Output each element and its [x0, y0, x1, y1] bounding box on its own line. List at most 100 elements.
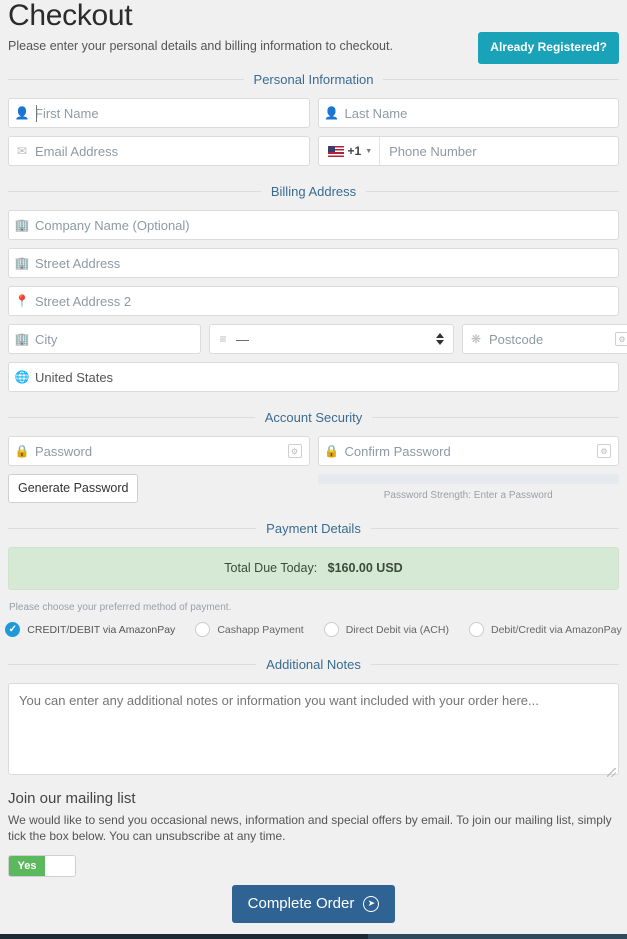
radio-unchecked-icon [468, 622, 484, 637]
generate-password-button[interactable]: Generate Password [8, 474, 139, 503]
password-strength-meter: Password Strength: Enter a Password [317, 474, 619, 501]
phone-prefix: +1 [347, 144, 362, 158]
submit-row: Complete Order ➤ [8, 885, 619, 923]
confirm-password-field[interactable]: 🔒 Confirm Password ⚙ [317, 436, 619, 466]
section-label: Payment Details [266, 521, 361, 536]
divider-right [372, 417, 620, 418]
mailing-list-toggle-label: Yes [9, 856, 45, 876]
divider-left [8, 664, 257, 665]
signpost-icon: ≡ [219, 332, 227, 346]
complete-order-label: Complete Order [247, 895, 355, 912]
payment-method-label: Debit/Credit via AmazonPay [490, 623, 622, 636]
password-strength-text: Password Strength: Enter a Password [383, 490, 553, 501]
country-code-selector[interactable]: +1 ▼ [318, 137, 381, 165]
user-icon: 👤 [14, 106, 30, 120]
divider-left [8, 528, 257, 529]
divider-left [8, 417, 255, 418]
password-strength-bar [317, 474, 619, 484]
lock-icon: 🔒 [324, 444, 339, 458]
already-registered-button[interactable]: Already Registered? [478, 32, 619, 64]
divider-left [8, 191, 261, 192]
country-field[interactable]: 🌐 United States [8, 362, 619, 392]
payment-method-note: Please choose your preferred method of p… [9, 602, 232, 613]
payment-method-option-1[interactable]: Cashapp Payment [185, 622, 313, 637]
total-due-banner: Total Due Today: $160.00 USD [8, 547, 619, 590]
payment-method-option-3[interactable]: Debit/Credit via AmazonPay [459, 622, 627, 637]
name-row: 👤 First Name 👤 Last Name [8, 98, 619, 128]
password-manager-icon[interactable]: ⚙ [287, 444, 302, 458]
postcode-placeholder: Postcode [489, 331, 544, 347]
mailing-list-title: Join our mailing list [8, 790, 136, 807]
additional-notes-textarea[interactable] [8, 683, 619, 775]
user-icon: 👤 [324, 106, 339, 120]
divider-right [366, 191, 619, 192]
company-name-field[interactable]: 🏢 Company Name (Optional) [8, 210, 619, 240]
state-selected-value: — [236, 331, 249, 347]
street-row: 🏢 Street Address [8, 248, 619, 278]
divider-left [8, 79, 244, 80]
phone-field[interactable]: +1 ▼ Phone Number [317, 136, 619, 166]
checkout-page: Checkout Please enter your personal deta… [0, 0, 627, 939]
section-billing-address: Billing Address [8, 184, 619, 199]
first-name-field[interactable]: 👤 First Name [8, 98, 310, 128]
confirm-password-placeholder: Confirm Password [344, 443, 451, 459]
last-name-field[interactable]: 👤 Last Name [317, 98, 619, 128]
section-additional-notes: Additional Notes [8, 657, 620, 672]
street-address-2-field[interactable]: 📍 Street Address 2 [8, 286, 619, 316]
footer-strip [0, 934, 627, 939]
mailing-list-description: We would like to send you occasional new… [8, 813, 612, 843]
password-row: 🔒 Password ⚙ 🔒 Confirm Password ⚙ [8, 436, 619, 466]
chevron-down-icon: ▼ [365, 147, 373, 155]
building-icon: 🏢 [14, 256, 30, 270]
payment-method-label: Cashapp Payment [217, 623, 304, 636]
company-name-placeholder: Company Name (Optional) [35, 217, 190, 233]
password-manager-icon[interactable]: ⚙ [615, 332, 627, 346]
postcode-field[interactable]: ❋ Postcode ⚙ [462, 324, 627, 354]
company-row: 🏢 Company Name (Optional) [8, 210, 619, 240]
page-title: Checkout [8, 0, 133, 32]
arrow-right-circle-icon: ➤ [363, 895, 380, 912]
password-tools-row: Generate Password Password Strength: Ent… [8, 474, 619, 503]
city-state-postcode-row: 🏢 City ≡ — ❋ Postcode ⚙ [8, 324, 627, 354]
street-address-placeholder: Street Address [35, 255, 121, 271]
payment-method-option-2[interactable]: Direct Debit via (ACH) [314, 622, 459, 637]
radio-unchecked-icon [323, 622, 339, 637]
country-value: United States [35, 369, 114, 385]
radio-unchecked-icon [195, 622, 211, 637]
last-name-placeholder: Last Name [344, 105, 408, 121]
lock-icon: 🔒 [14, 444, 30, 458]
contact-row: ✉ Email Address +1 ▼ Phone Number [8, 136, 619, 166]
city-field[interactable]: 🏢 City [8, 324, 201, 354]
building-icon: 🏢 [14, 332, 30, 346]
section-account-security: Account Security [8, 410, 620, 425]
email-field[interactable]: ✉ Email Address [8, 136, 310, 166]
notes-wrapper [8, 683, 619, 780]
payment-method-label: Direct Debit via (ACH) [345, 623, 449, 636]
section-label: Billing Address [270, 184, 357, 199]
select-arrows-icon [436, 333, 444, 345]
section-personal-information: Personal Information [8, 72, 620, 87]
globe-icon: 🌐 [14, 370, 30, 384]
page-header: Checkout Please enter your personal deta… [8, 0, 619, 64]
country-row: 🌐 United States [8, 362, 619, 392]
street-address-field[interactable]: 🏢 Street Address [8, 248, 619, 278]
text-caret [36, 105, 37, 122]
password-placeholder: Password [35, 443, 93, 459]
password-manager-icon[interactable]: ⚙ [597, 444, 611, 458]
divider-right [370, 528, 619, 529]
us-flag-icon [327, 145, 344, 157]
section-label: Personal Information [253, 72, 374, 87]
divider-right [383, 79, 620, 80]
total-due-amount: $160.00 USD [327, 561, 403, 575]
street2-row: 📍 Street Address 2 [8, 286, 619, 316]
payment-method-option-0[interactable]: CREDIT/DEBIT via AmazonPay [0, 622, 185, 637]
radio-checked-icon [5, 622, 21, 637]
mailing-list-toggle-knob [45, 856, 75, 876]
mailing-list-toggle[interactable]: Yes [8, 855, 76, 877]
state-select[interactable]: ≡ — [209, 324, 454, 354]
first-name-placeholder: First Name [35, 105, 99, 121]
complete-order-button[interactable]: Complete Order ➤ [231, 885, 396, 923]
building-icon: 🏢 [14, 218, 30, 232]
payment-method-label: CREDIT/DEBIT via AmazonPay [27, 623, 176, 636]
password-field[interactable]: 🔒 Password ⚙ [8, 436, 310, 466]
